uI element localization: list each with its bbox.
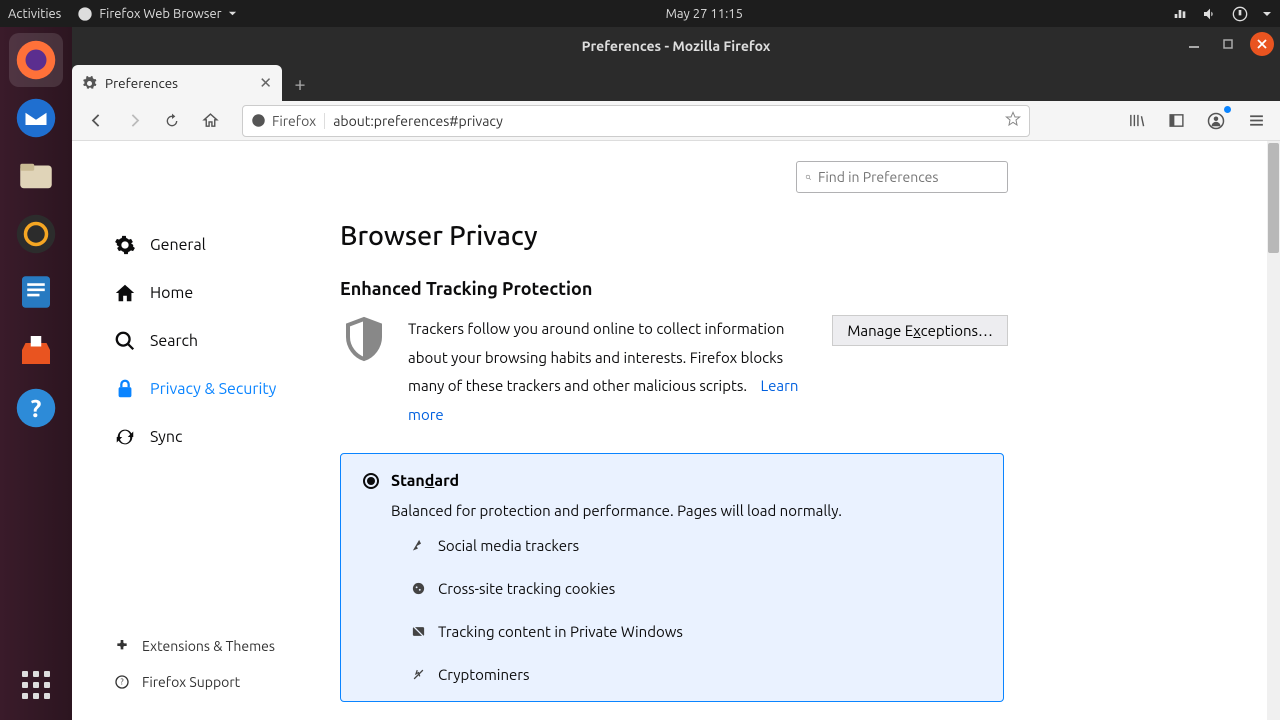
standard-radio[interactable] xyxy=(363,473,379,489)
forward-button[interactable] xyxy=(118,105,150,137)
tracker-content: Tracking content in Private Windows xyxy=(411,623,981,640)
etp-description: Trackers follow you around online to col… xyxy=(408,315,812,429)
window-titlebar: Preferences - Mozilla Firefox xyxy=(72,27,1280,65)
nav-sync[interactable]: Sync xyxy=(114,413,340,461)
chevron-down-icon xyxy=(228,9,237,18)
svg-text:?: ? xyxy=(120,678,123,687)
url-bar[interactable]: Firefox about:preferences#privacy xyxy=(242,105,1030,137)
app-menu[interactable]: Firefox Web Browser xyxy=(77,6,236,22)
library-button[interactable] xyxy=(1120,105,1152,137)
menu-button[interactable] xyxy=(1240,105,1272,137)
navigation-toolbar: Firefox about:preferences#privacy xyxy=(72,101,1280,141)
dock-thunderbird[interactable] xyxy=(9,91,63,145)
standard-desc: Balanced for protection and performance.… xyxy=(391,502,981,519)
account-button[interactable] xyxy=(1200,105,1232,137)
dock-software[interactable] xyxy=(9,323,63,377)
etp-standard-card[interactable]: Standard Balanced for protection and per… xyxy=(340,453,1004,702)
shield-icon xyxy=(340,315,388,367)
tracker-social: Social media trackers xyxy=(411,537,981,554)
nav-search[interactable]: Search xyxy=(114,317,340,365)
firefox-icon xyxy=(251,113,266,128)
firefox-icon xyxy=(77,6,93,22)
firefox-window: Preferences - Mozilla Firefox Preference… xyxy=(72,27,1280,720)
preferences-content: General Home Search Privacy & Security S… xyxy=(72,141,1280,720)
search-icon xyxy=(805,171,812,184)
nav-general[interactable]: General xyxy=(114,221,340,269)
sidebar-button[interactable] xyxy=(1160,105,1192,137)
activities-button[interactable]: Activities xyxy=(8,7,61,21)
close-button[interactable] xyxy=(1250,32,1274,56)
maximize-button[interactable] xyxy=(1216,32,1240,56)
standard-label: Standard xyxy=(391,472,459,490)
bookmark-star-icon[interactable] xyxy=(1005,111,1021,130)
reload-button[interactable] xyxy=(156,105,188,137)
nav-support[interactable]: ?Firefox Support xyxy=(114,664,340,700)
clock[interactable]: May 27 11:15 xyxy=(237,7,1172,21)
dock-rhythmbox[interactable] xyxy=(9,207,63,261)
new-tab-button[interactable]: + xyxy=(282,65,318,101)
scrollbar-thumb[interactable] xyxy=(1268,143,1279,253)
tab-label: Preferences xyxy=(105,75,178,91)
power-icon[interactable] xyxy=(1232,6,1248,22)
window-title: Preferences - Mozilla Firefox xyxy=(582,38,771,54)
gnome-top-bar: Activities Firefox Web Browser May 27 11… xyxy=(0,0,1280,27)
dock-firefox[interactable] xyxy=(9,33,63,87)
minimize-button[interactable] xyxy=(1182,32,1206,56)
page-title: Browser Privacy xyxy=(340,221,1240,251)
scrollbar[interactable] xyxy=(1267,141,1280,720)
identity-box[interactable]: Firefox xyxy=(251,113,325,129)
nav-extensions[interactable]: Extensions & Themes xyxy=(114,628,340,664)
network-icon[interactable] xyxy=(1172,6,1188,22)
show-apps-button[interactable] xyxy=(9,658,63,712)
section-title: Enhanced Tracking Protection xyxy=(340,279,1240,299)
nav-privacy[interactable]: Privacy & Security xyxy=(114,365,340,413)
preferences-main: Browser Privacy Enhanced Tracking Protec… xyxy=(340,141,1280,720)
url-text: about:preferences#privacy xyxy=(333,113,503,129)
find-in-preferences[interactable] xyxy=(796,161,1008,193)
home-button[interactable] xyxy=(194,105,226,137)
search-input[interactable] xyxy=(818,169,999,185)
tab-preferences[interactable]: Preferences ✕ xyxy=(72,65,282,101)
dock-help[interactable]: ? xyxy=(9,381,63,435)
tracker-cookies: Cross-site tracking cookies xyxy=(411,580,981,597)
chevron-down-icon[interactable] xyxy=(1262,9,1272,19)
tracker-crypto: Cryptominers xyxy=(411,666,981,683)
tab-close-icon[interactable]: ✕ xyxy=(259,74,272,92)
back-button[interactable] xyxy=(80,105,112,137)
dock: ? xyxy=(0,27,72,720)
volume-icon[interactable] xyxy=(1202,6,1218,22)
dock-writer[interactable] xyxy=(9,265,63,319)
tab-bar: Preferences ✕ + xyxy=(72,65,1280,101)
nav-home[interactable]: Home xyxy=(114,269,340,317)
gear-icon xyxy=(82,76,97,91)
preferences-sidebar: General Home Search Privacy & Security S… xyxy=(72,141,340,720)
dock-files[interactable] xyxy=(9,149,63,203)
manage-exceptions-button[interactable]: Manage Exceptions… xyxy=(832,315,1008,346)
svg-text:?: ? xyxy=(31,394,42,422)
